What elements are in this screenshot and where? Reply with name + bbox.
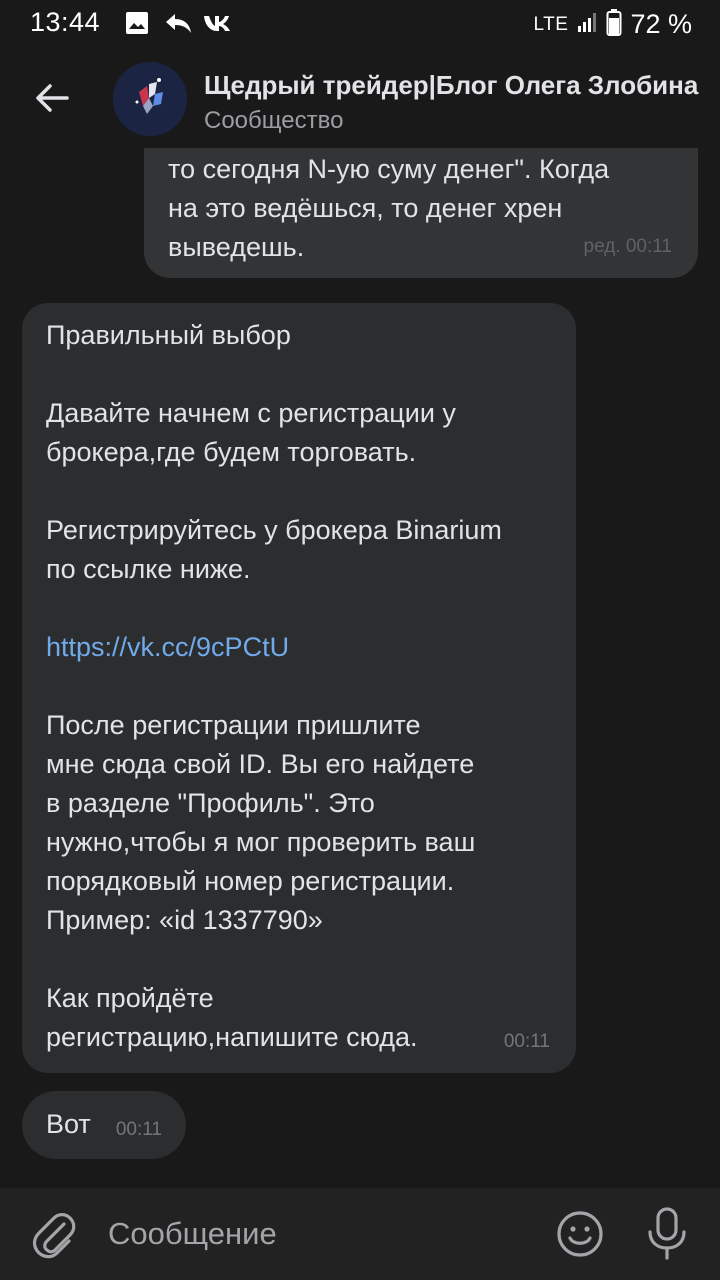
avatar[interactable] (113, 62, 187, 136)
chat-header: Щедрый трейдер|Блог Олега Злобина Сообще… (0, 48, 720, 148)
arrow-left-icon (36, 84, 69, 112)
message-input[interactable]: Сообщение (108, 1216, 277, 1252)
incoming-message[interactable]: Вот 00:11 (22, 1091, 186, 1159)
emoji-button[interactable] (556, 1210, 604, 1258)
battery-icon (606, 8, 622, 41)
reply-icon (163, 10, 193, 41)
vk-icon (202, 10, 234, 41)
microphone-button[interactable] (645, 1206, 689, 1262)
message-text: Правильный выбор Давайте начнем с регист… (46, 316, 552, 1057)
status-bar: 13:44 LTE 72 % (0, 0, 720, 48)
network-label: LTE (533, 13, 569, 35)
message-text-part: Правильный выбор Давайте начнем с регист… (46, 320, 502, 584)
paperclip-icon (32, 1213, 76, 1259)
back-button[interactable] (28, 76, 76, 120)
status-right: LTE 72 % (534, 8, 692, 41)
chat-subtitle: Сообщество (204, 107, 344, 134)
outgoing-message[interactable]: то сегодня N-ую суму денег". Когда на эт… (144, 148, 698, 278)
message-meta: 00:11 (115, 1119, 162, 1140)
message-list[interactable]: то сегодня N-ую суму денег". Когда на эт… (0, 148, 720, 1188)
status-time: 13:44 (30, 7, 101, 37)
chat-title[interactable]: Щедрый трейдер|Блог Олега Злобина (204, 70, 709, 101)
message-composer: Сообщение (0, 1188, 720, 1280)
message-meta: ред. 00:11 (583, 236, 673, 257)
battery-percent: 72 % (630, 9, 692, 39)
message-link[interactable]: https://vk.cc/9cPCtU (46, 632, 289, 662)
incoming-message[interactable]: Правильный выбор Давайте начнем с регист… (22, 303, 576, 1073)
message-text-part: После регистрации пришлите мне сюда свой… (46, 710, 476, 1052)
image-icon (124, 10, 150, 41)
attach-button[interactable] (30, 1208, 78, 1260)
emoji-icon (557, 1211, 603, 1257)
message-meta: 00:11 (503, 1031, 550, 1052)
microphone-icon (648, 1207, 686, 1260)
signal-icon (576, 11, 598, 38)
